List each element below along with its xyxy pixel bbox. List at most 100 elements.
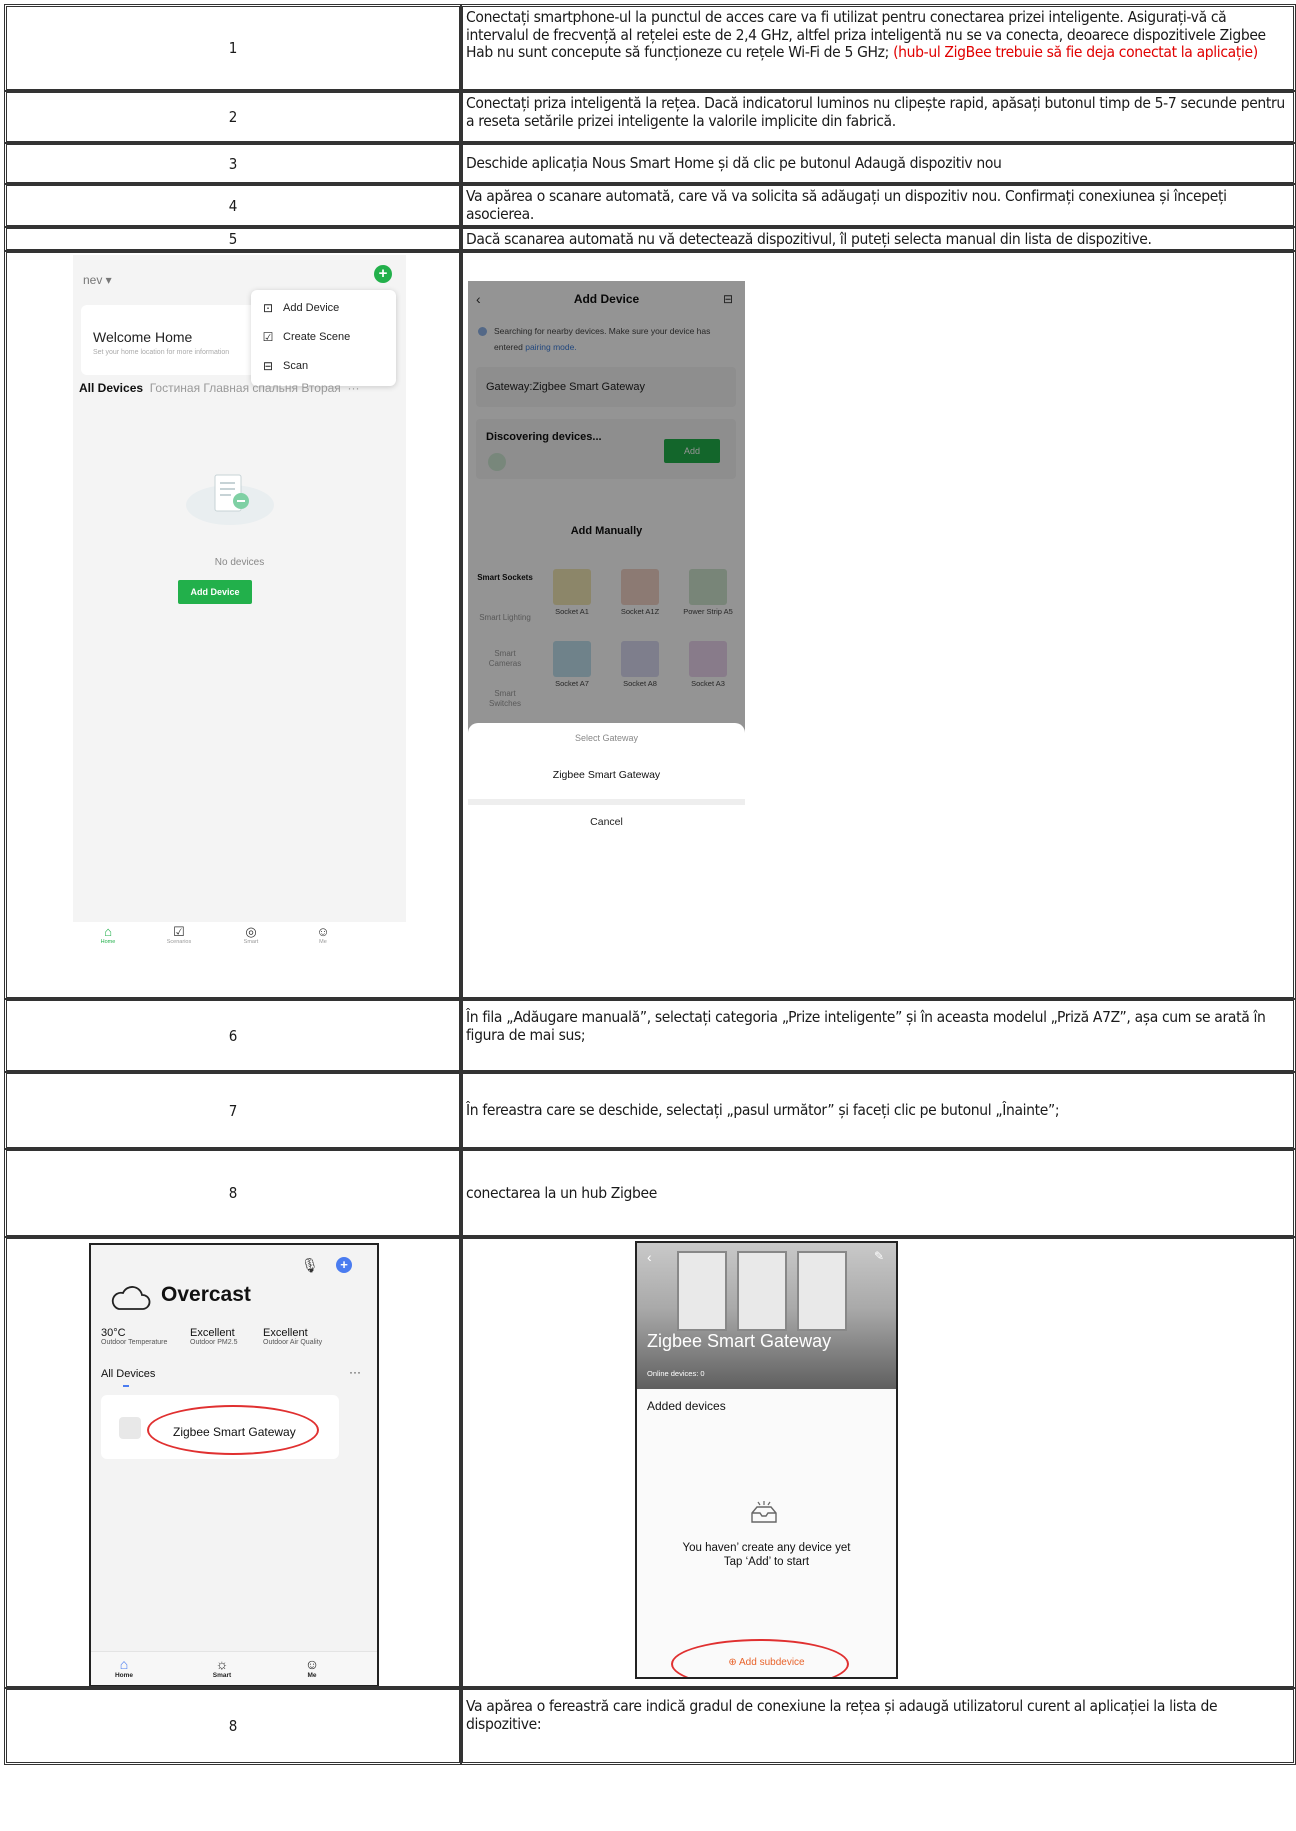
empty-line-1: You haven’ create any device yet [682,1542,851,1554]
highlight-ellipse [671,1639,849,1677]
window-shape [737,1251,787,1331]
menu-scan: ⊟ Scan [261,355,308,377]
select-gateway-sheet: Select Gateway Zigbee Smart Gateway Canc… [468,723,745,834]
scenarios-icon: ☑ [173,924,185,939]
step-number: 8 [4,1687,462,1765]
nav-me: ☺ Me [287,1656,337,1679]
gateway-option: Zigbee Smart Gateway [552,769,661,781]
menu-create-scene: ☑ Create Scene [261,326,351,348]
table-row: 3 Deschide aplicația Nous Smart Home și … [4,142,1296,185]
bottom-nav: ⌂ Home ☑ Scenarios ◎ Smart ☺ Me [73,922,406,952]
step-text: În fila „Adăugare manuală”, selectați ca… [460,998,1296,1073]
step-number: 1 [4,4,462,92]
gateway-thumbnail [119,1417,141,1439]
empty-document-icon [186,474,274,525]
stat-value: Excellent [190,1327,235,1339]
nav-label: Smart [212,1672,232,1679]
step-text: Dacă scanarea automată nu vă detectează … [460,226,1296,252]
nav-label: Scenarios [166,939,192,945]
step-text: Va apărea o scanare automată, care vă va… [460,183,1296,228]
online-devices-label: Online devices: 0 [647,1369,705,1378]
stat-temperature: 30°C Outdoor Temperature [101,1327,167,1346]
stat-label: Outdoor Temperature [101,1339,168,1346]
nav-smart: ☼ Smart [197,1656,247,1679]
welcome-title: Welcome Home [93,329,193,345]
step-text: Va apărea o fereastră care indică gradul… [460,1687,1296,1765]
step-text: Deschide aplicația Nous Smart Home și dă… [460,142,1296,185]
nav-label: Smart [243,939,259,945]
added-devices-heading: Added devices [647,1399,726,1413]
stat-value: 30°C [101,1327,126,1339]
stat-value: Excellent [263,1327,308,1339]
table-row: 4 Va apărea o scanare automată, care vă … [4,183,1296,228]
nav-label: Home [114,1672,134,1679]
empty-message: You haven’ create any device yet Tap ‘Add… [637,1541,896,1569]
sheet-title: Select Gateway [574,733,639,743]
nav-home: ⌂ Home [99,1656,149,1679]
window-shape [797,1251,847,1331]
stat-air-quality: Excellent Outdoor Air Quality [263,1327,322,1346]
step-number: 5 [4,226,462,252]
app-overcast-screenshot: 🎙 + Overcast 30°C Outdoor Temperature Exc… [89,1243,379,1686]
sheet-divider [468,799,745,805]
user-icon: ☺ [304,1656,320,1672]
add-device-screenshot: Add Device ‹ ⊟ Searching for nearby devi… [468,281,745,834]
room-tabs: All Devices Гостиная Главная спальня Вто… [79,381,406,395]
step-text: Conectați smartphone-ul la punctul de ac… [460,4,1296,92]
device-icon: ⊡ [262,301,274,315]
screenshot-cell: ‹ ✎ Zigbee Smart Gateway Online devices:… [460,1236,1296,1689]
welcome-subtitle: Set your home location for more informat… [93,349,230,356]
table-row: 8 conectarea la un hub Zigbee [4,1148,1296,1238]
stat-pm25: Excellent Outdoor PM2.5 [190,1327,237,1346]
cloud-icon [111,1286,151,1310]
cancel-button: Cancel [590,816,623,828]
nav-label: Me [319,939,327,945]
no-devices-label: No devices [214,557,265,568]
nav-smart: ◎ Smart [221,924,281,946]
table-row: 1 Conectați smartphone-ul la punctul de … [4,4,1296,92]
empty-line-2: Tap ‘Add’ to start [723,1556,810,1568]
step-number: 6 [4,998,462,1073]
sun-icon: ☼ [215,1656,229,1672]
app-home-screenshot: nev ▾ + Welcome Home Set your home locat… [73,255,406,952]
more-icon: ··· [349,1365,361,1379]
scene-icon: ☑ [262,330,274,344]
back-arrow-icon: ‹ [647,1249,652,1265]
menu-add-device: ⊡ Add Device [261,297,339,319]
tab-indicator [123,1385,129,1387]
table-row: 2 Conectați priza inteligentă la rețea. … [4,90,1296,144]
tab-rooms: Гостиная Главная спальня Вторая [149,381,341,395]
menu-item-label: Scan [283,360,309,372]
add-menu: ⊡ Add Device ☑ Create Scene ⊟ Scan [251,290,396,386]
nav-me: ☺ Me [293,924,353,946]
microphone-icon: 🎙 [301,1257,319,1273]
table-row: nev ▾ + Welcome Home Set your home locat… [4,250,1296,1000]
menu-item-label: Add Device [283,302,340,314]
nav-label: Me [307,1672,317,1679]
window-shape [677,1251,727,1331]
scan-icon: ⊟ [262,359,274,373]
home-icon: ⌂ [104,924,112,939]
step-number: 8 [4,1148,462,1238]
step-note: (hub-ul ZigBee trebuie să fie deja conec… [893,43,1258,61]
step-number: 4 [4,183,462,228]
step-text: În fereastra care se deschide, selectați… [460,1071,1296,1150]
highlight-ellipse [147,1405,319,1455]
step-number: 2 [4,90,462,144]
screenshot-cell: Add Device ‹ ⊟ Searching for nearby devi… [460,250,1296,1000]
home-selector: nev ▾ [83,273,112,287]
nav-home: ⌂ Home [78,924,138,946]
smart-icon: ◎ [245,924,257,939]
office-photo: ‹ ✎ Zigbee Smart Gateway Online devices:… [637,1243,896,1389]
gateway-detail-screenshot: ‹ ✎ Zigbee Smart Gateway Online devices:… [635,1241,898,1679]
more-icon: ··· [347,381,360,395]
step-number: 3 [4,142,462,185]
tab-all-devices: All Devices [79,381,144,395]
bottom-nav: ⌂ Home ☼ Smart ☺ Me [91,1651,377,1685]
add-device-button: Add Device [178,580,252,604]
table-row: 8 Va apărea o fereastră care indică grad… [4,1687,1296,1765]
stat-label: Outdoor Air Quality [263,1339,323,1346]
nav-label: Home [100,939,116,945]
user-icon: ☺ [316,924,330,939]
table-row: 🎙 + Overcast 30°C Outdoor Temperature Exc… [4,1236,1296,1689]
